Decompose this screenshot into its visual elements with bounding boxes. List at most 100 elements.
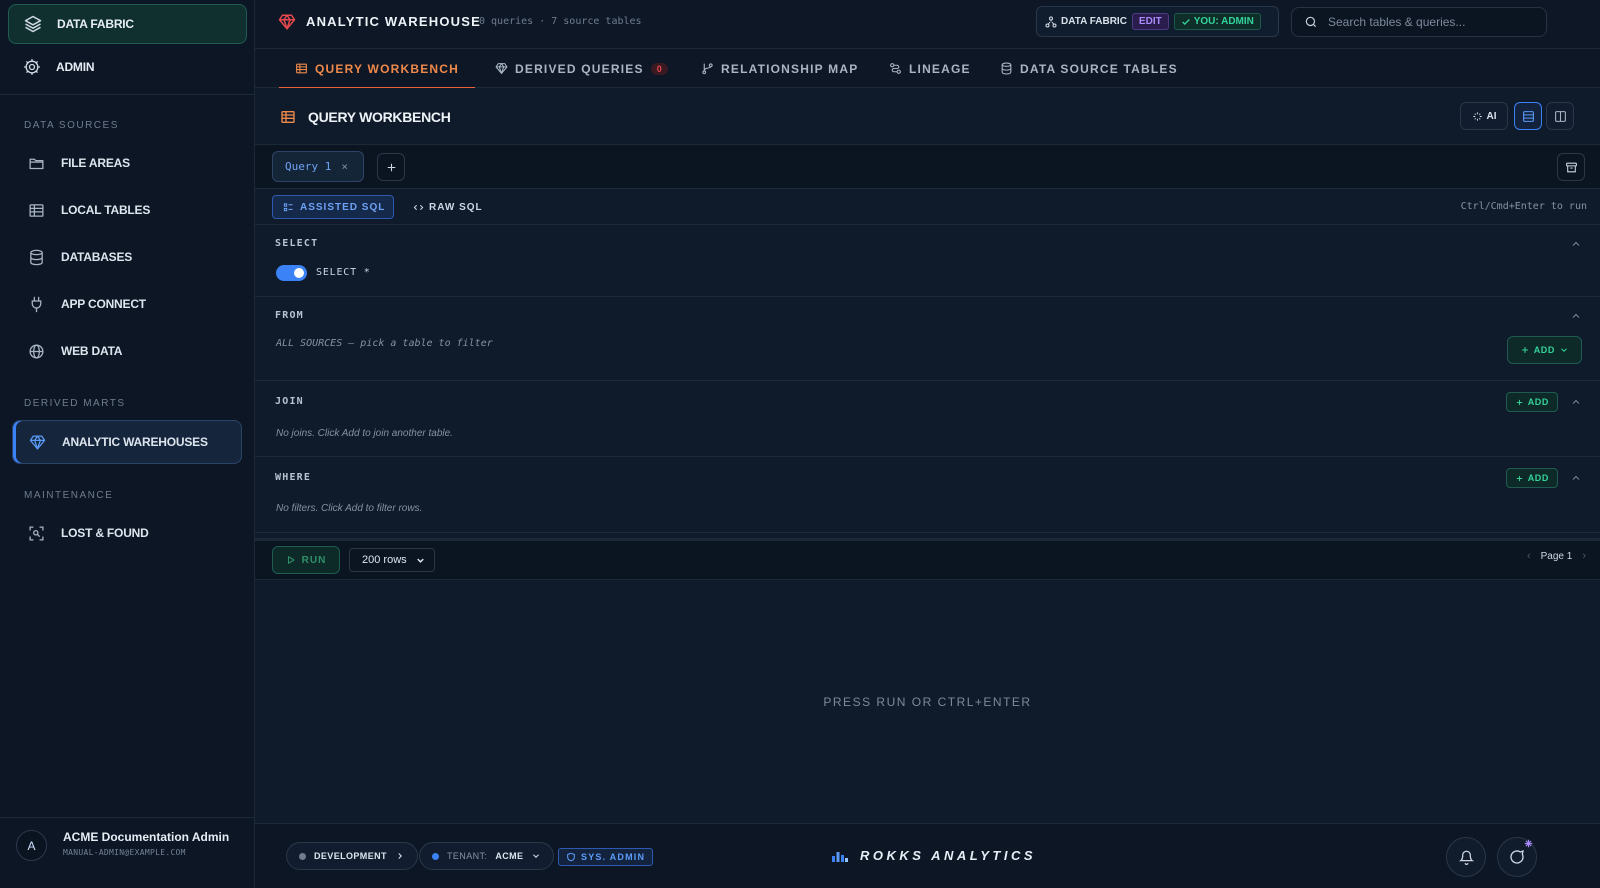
single-pane-view-button[interactable] <box>1514 102 1542 130</box>
tab-label: DERIVED QUERIES <box>515 61 644 76</box>
join-title: JOIN <box>275 396 304 407</box>
row-limit-select[interactable]: 200 rows <box>349 548 435 572</box>
tab-derived-queries[interactable]: DERIVED QUERIES 0 <box>495 49 668 88</box>
section-data-sources: DATA SOURCES <box>24 120 119 131</box>
columns-layout-icon <box>1554 110 1566 122</box>
sidebar-item-file-areas[interactable]: FILE AREAS <box>12 141 242 185</box>
status-dot <box>432 852 439 860</box>
notifications-button[interactable] <box>1446 837 1486 877</box>
user-profile[interactable]: A ACME Documentation Admin MANUAL-ADMIN@… <box>0 817 255 888</box>
folder-icon <box>29 158 44 169</box>
table-icon <box>29 203 44 217</box>
chevron-up-icon[interactable] <box>1570 238 1582 250</box>
sidebar-item-databases[interactable]: DATABASES <box>12 235 242 279</box>
sidebar-item-lost-found[interactable]: LOST & FOUND <box>12 511 242 555</box>
join-add-button[interactable]: ADD <box>1505 392 1558 412</box>
sidebar-item-admin[interactable]: ADMIN <box>8 47 247 87</box>
chat-button[interactable] <box>1497 837 1537 877</box>
search-icon <box>1305 16 1317 28</box>
sidebar-item-label: LOCAL TABLES <box>61 203 151 217</box>
sidebar-item-label: ANALYTIC WAREHOUSES <box>62 435 208 449</box>
sparkle-icon <box>1524 839 1533 848</box>
add-query-button[interactable] <box>377 153 405 181</box>
tenant-value: ACME <box>495 851 524 861</box>
edit-badge[interactable]: EDIT <box>1131 13 1169 30</box>
environment-pill[interactable]: DEVELOPMENT <box>286 842 418 870</box>
run-button[interactable]: RUN <box>272 546 340 574</box>
from-section: FROM ALL SOURCES — pick a table to filte… <box>255 297 1600 381</box>
select-title: SELECT <box>275 238 319 249</box>
sidebar-item-app-connect[interactable]: APP CONNECT <box>12 282 242 326</box>
page-subtitle: 0 queries · 7 source tables <box>479 16 642 27</box>
gem-icon <box>29 434 46 450</box>
database-icon <box>30 249 43 265</box>
next-page-icon[interactable]: › <box>1582 550 1586 562</box>
role-badge: YOU: ADMIN <box>1173 13 1261 30</box>
avatar[interactable]: A <box>16 830 47 861</box>
sidebar-item-data-fabric[interactable]: DATA FABRIC <box>8 4 247 44</box>
sidebar-item-label: LOST & FOUND <box>61 526 149 540</box>
chevron-up-icon[interactable] <box>1570 396 1582 408</box>
raw-sql-label: RAW SQL <box>429 201 483 213</box>
route-icon <box>890 63 901 74</box>
tab-data-source-tables[interactable]: DATA SOURCE TABLES <box>1000 49 1178 88</box>
tenant-pill[interactable]: TENANT: ACME <box>419 842 555 870</box>
assisted-sql-button[interactable]: ASSISTED SQL <box>272 195 394 219</box>
sidebar-item-label: FILE AREAS <box>61 156 130 170</box>
plug-icon <box>31 296 42 312</box>
close-icon[interactable]: × <box>341 160 348 173</box>
chat-icon <box>1510 849 1524 864</box>
shield-icon <box>567 852 575 862</box>
where-title: WHERE <box>275 472 312 483</box>
play-icon <box>287 556 295 564</box>
status-dot <box>299 852 306 860</box>
query-tab[interactable]: Query 1 × <box>272 151 364 182</box>
where-add-button[interactable]: ADD <box>1505 468 1558 488</box>
results-empty-message: PRESS RUN OR CTRL+ENTER <box>823 695 1032 709</box>
bell-icon <box>1458 850 1474 865</box>
tab-relationship-map[interactable]: RELATIONSHIP MAP <box>701 49 858 88</box>
assisted-sql-label: ASSISTED SQL <box>300 201 386 213</box>
globe-icon <box>29 343 44 359</box>
brand-name: ROKKS ANALYTICS <box>860 848 1036 863</box>
table-icon <box>281 111 295 123</box>
fabric-label: DATA FABRIC <box>1061 16 1127 27</box>
query-tabs-row: Query 1 × <box>255 145 1600 189</box>
ai-button[interactable]: AI <box>1460 102 1508 130</box>
raw-sql-button[interactable]: RAW SQL <box>413 195 483 219</box>
search-input[interactable] <box>1328 15 1538 29</box>
check-icon <box>1181 18 1190 25</box>
query-tab-label: Query 1 <box>285 160 332 173</box>
tab-query-workbench[interactable]: QUERY WORKBENCH <box>278 49 476 89</box>
split-view-button[interactable] <box>1546 102 1574 130</box>
sql-mode-row: ASSISTED SQL RAW SQL Ctrl/Cmd+Enter to r… <box>255 189 1600 225</box>
gem-icon <box>278 14 296 30</box>
sidebar-item-analytic-warehouses[interactable]: ANALYTIC WAREHOUSES <box>12 420 242 464</box>
run-label: RUN <box>301 554 327 566</box>
plus-icon <box>387 163 395 171</box>
prev-page-icon[interactable]: ‹ <box>1527 550 1531 562</box>
section-maintenance: MAINTENANCE <box>24 490 114 501</box>
chevron-up-icon[interactable] <box>1570 472 1582 484</box>
fabric-status-group[interactable]: DATA FABRIC EDIT YOU: ADMIN <box>1036 6 1279 37</box>
sidebar-item-label: APP CONNECT <box>61 297 146 311</box>
from-add-button[interactable]: ADD <box>1506 336 1582 364</box>
scan-search-icon <box>29 525 44 541</box>
workbench-title: QUERY WORKBENCH <box>308 109 451 125</box>
chevron-up-icon[interactable] <box>1570 310 1582 322</box>
sidebar: DATA FABRIC ADMIN DATA SOURCES FILE AREA… <box>0 0 255 888</box>
search-box[interactable] <box>1291 7 1547 37</box>
pagination: ‹ Page 1 › <box>1527 550 1586 562</box>
archive-button[interactable] <box>1557 153 1585 181</box>
where-add-label: ADD <box>1527 473 1549 483</box>
sidebar-item-local-tables[interactable]: LOCAL TABLES <box>12 188 242 232</box>
sidebar-item-web-data[interactable]: WEB DATA <box>12 329 242 373</box>
select-star-toggle[interactable] <box>276 265 307 281</box>
git-branch-icon <box>702 63 713 75</box>
from-title: FROM <box>275 310 304 321</box>
sidebar-item-label: DATA FABRIC <box>57 17 134 31</box>
chevron-down-icon <box>533 854 540 858</box>
gear-icon <box>24 59 40 75</box>
sys-admin-badge: SYS. ADMIN <box>558 848 654 866</box>
tab-lineage[interactable]: LINEAGE <box>889 49 971 88</box>
